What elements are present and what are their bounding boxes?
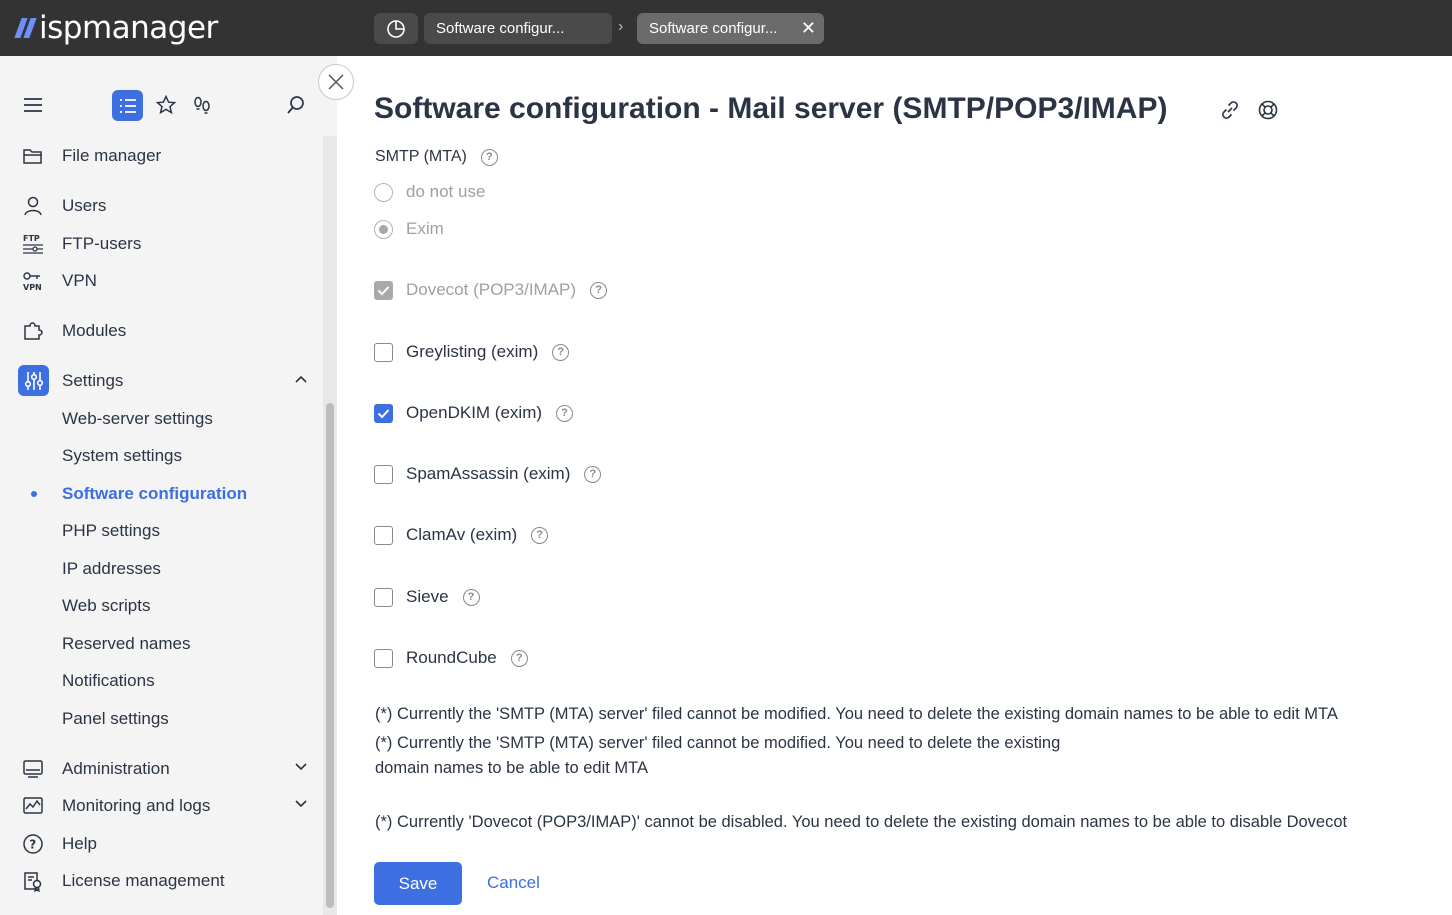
radio-button-selected[interactable]	[374, 219, 393, 239]
hamburger-icon[interactable]	[22, 94, 44, 116]
menu-list-icon[interactable]	[112, 90, 143, 121]
sidebar-sub-web-scripts[interactable]: Web scripts	[62, 591, 151, 621]
close-form-button[interactable]	[318, 64, 354, 100]
logo-mark-icon	[14, 18, 37, 38]
sidebar-item-users[interactable]: Users	[0, 188, 322, 224]
save-button[interactable]: Save	[374, 862, 462, 905]
help-tooltip-icon[interactable]: ?	[556, 404, 574, 422]
sidebar-item-monitoring-and-logs[interactable]: Monitoring and logs	[0, 788, 322, 824]
dashboard-tab[interactable]	[374, 13, 418, 44]
chevron-up-icon[interactable]	[293, 371, 309, 392]
sidebar-scrollbar-thumb[interactable]	[326, 403, 334, 908]
chevron-down-icon[interactable]	[293, 759, 309, 780]
sidebar-sub-reserved-names[interactable]: Reserved names	[62, 629, 191, 659]
chevron-right-icon: ›	[618, 18, 624, 35]
sidebar-item-file-manager[interactable]: File manager	[0, 138, 322, 174]
active-item-dot	[31, 491, 37, 497]
sidebar-sub-notifications[interactable]: Notifications	[62, 666, 155, 696]
puzzle-icon	[20, 319, 46, 343]
checkbox-dovecot[interactable]: Dovecot (POP3/IMAP) ?	[374, 278, 608, 302]
close-icon	[328, 74, 344, 90]
note-smtp-2b: domain names to be able to edit MTA	[375, 759, 649, 777]
radio-button[interactable]	[374, 182, 393, 202]
logo[interactable]: ispmanager	[14, 8, 218, 48]
checkbox[interactable]	[374, 525, 393, 545]
ftp-icon: FTP	[20, 232, 46, 256]
checkbox-opendkim[interactable]: OpenDKIM (exim) ?	[374, 401, 574, 425]
tab-label: Software configur...	[649, 20, 778, 37]
sliders-icon	[18, 365, 49, 396]
sidebar-item-administration[interactable]: Administration	[0, 751, 322, 787]
sidebar: File manager Users FTP FTP-users VPN VPN…	[0, 56, 337, 915]
radio-exim[interactable]: Exim	[374, 217, 444, 241]
checkbox-sieve[interactable]: Sieve ?	[374, 585, 480, 609]
checkbox[interactable]	[374, 342, 393, 362]
help-icon: ?	[20, 832, 46, 856]
page-title: Software configuration - Mail server (SM…	[374, 92, 1168, 125]
sidebar-item-help[interactable]: ? Help	[0, 826, 322, 862]
vpn-icon: VPN	[20, 269, 46, 293]
note-dovecot: (*) Currently 'Dovecot (POP3/IMAP)' cann…	[375, 813, 1348, 831]
help-tooltip-icon[interactable]: ?	[552, 343, 570, 361]
help-tooltip-icon[interactable]: ?	[584, 465, 602, 483]
folder-icon	[20, 144, 46, 168]
user-icon	[20, 194, 46, 218]
help-tooltip-icon[interactable]: ?	[590, 281, 608, 299]
sidebar-item-vpn[interactable]: VPN VPN	[0, 263, 322, 299]
note-smtp-2a: (*) Currently the 'SMTP (MTA) server' fi…	[375, 734, 1061, 752]
checkbox[interactable]	[374, 587, 393, 607]
link-icon[interactable]	[1220, 100, 1240, 125]
dashboard-icon	[387, 19, 405, 38]
logo-text: ispmanager	[39, 10, 218, 46]
tab-label: Software configur...	[436, 20, 565, 37]
sidebar-toolbar	[0, 56, 337, 136]
tab-mail-server[interactable]: Software configur... ✕	[637, 13, 824, 44]
sidebar-sub-web-server-settings[interactable]: Web-server settings	[62, 404, 213, 434]
help-tooltip-icon[interactable]: ?	[510, 649, 528, 667]
sidebar-item-modules[interactable]: Modules	[0, 313, 322, 349]
check-icon	[377, 408, 390, 418]
close-tab-icon[interactable]: ✕	[801, 19, 816, 37]
license-icon	[20, 869, 46, 893]
checkbox-clamav[interactable]: ClamAv (exim) ?	[374, 523, 549, 547]
svg-text:FTP: FTP	[23, 234, 40, 243]
monitor-icon	[20, 757, 46, 781]
note-smtp-1: (*) Currently the 'SMTP (MTA) server' fi…	[375, 705, 1338, 723]
svg-text:VPN: VPN	[23, 283, 42, 292]
checkbox[interactable]	[374, 403, 393, 423]
smtp-field-label: SMTP (MTA) ?	[375, 148, 498, 166]
footsteps-icon[interactable]	[191, 94, 213, 116]
help-tooltip-icon[interactable]: ?	[462, 588, 480, 606]
radio-do-not-use[interactable]: do not use	[374, 180, 485, 204]
search-icon[interactable]	[285, 94, 307, 116]
sidebar-item-settings[interactable]: Settings	[0, 363, 322, 399]
chart-icon	[20, 794, 46, 818]
checkbox-roundcube[interactable]: RoundCube ?	[374, 646, 528, 670]
sidebar-sub-php-settings[interactable]: PHP settings	[62, 516, 160, 546]
radio-dot	[379, 224, 388, 234]
tab-software-configuration[interactable]: Software configur...	[424, 13, 612, 44]
checkbox[interactable]	[374, 464, 393, 484]
sidebar-sub-ip-addresses[interactable]: IP addresses	[62, 554, 161, 584]
sidebar-sub-software-configuration[interactable]: Software configuration	[62, 479, 247, 509]
checkbox-greylisting[interactable]: Greylisting (exim) ?	[374, 340, 570, 364]
sidebar-sub-panel-settings[interactable]: Panel settings	[62, 704, 169, 734]
help-tooltip-icon[interactable]: ?	[531, 526, 549, 544]
sidebar-sub-system-settings[interactable]: System settings	[62, 441, 182, 471]
star-icon[interactable]	[155, 94, 177, 116]
checkbox[interactable]	[374, 648, 393, 668]
help-tooltip-icon[interactable]: ?	[480, 148, 498, 166]
check-icon	[377, 285, 390, 295]
sidebar-item-ftp-users[interactable]: FTP FTP-users	[0, 226, 322, 262]
svg-text:?: ?	[29, 838, 36, 852]
lifebuoy-icon[interactable]	[1258, 100, 1278, 125]
cancel-button[interactable]: Cancel	[487, 873, 540, 893]
title-actions	[1220, 100, 1278, 125]
chevron-down-icon[interactable]	[293, 796, 309, 817]
sidebar-item-license-management[interactable]: License management	[0, 863, 322, 899]
checkbox[interactable]	[374, 280, 393, 300]
checkbox-spamassassin[interactable]: SpamAssassin (exim) ?	[374, 462, 602, 486]
top-bar: ispmanager Software configur... › Softwa…	[0, 0, 1452, 56]
